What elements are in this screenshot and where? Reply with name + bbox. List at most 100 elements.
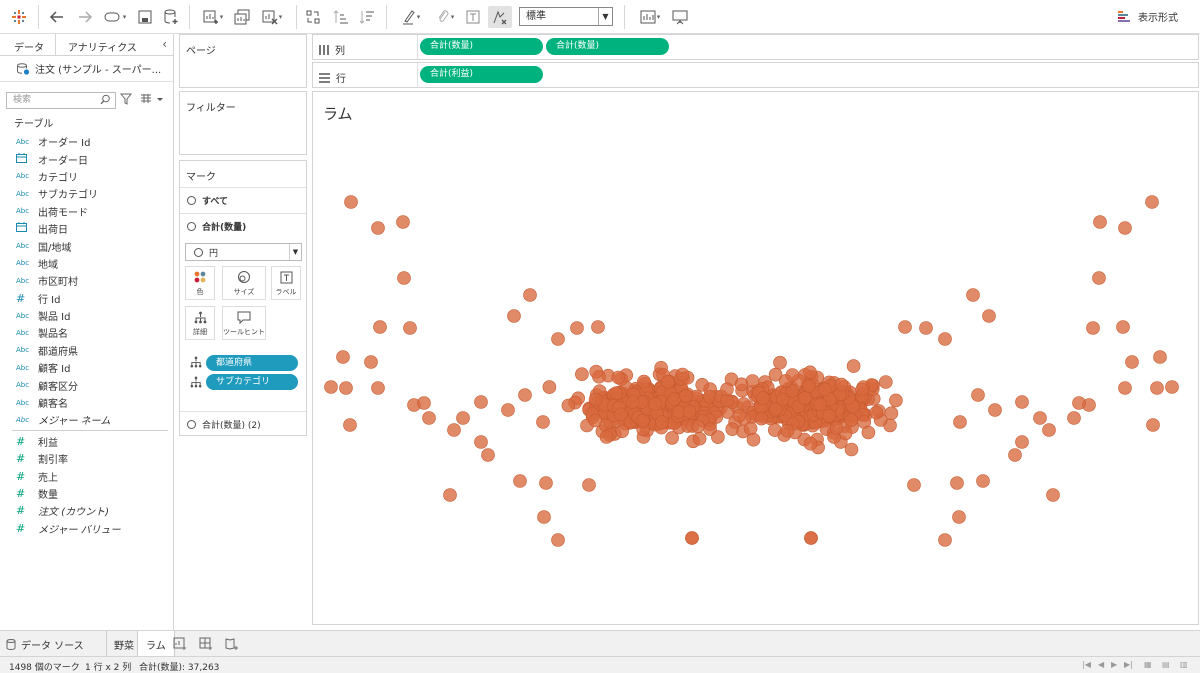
scatter-mark[interactable]	[609, 386, 624, 400]
scatter-mark[interactable]	[513, 474, 527, 488]
scatter-mark[interactable]	[371, 381, 385, 395]
scatter-mark[interactable]	[1015, 395, 1029, 409]
duplicate-sheet-icon[interactable]	[231, 6, 253, 28]
scatter-mark[interactable]	[396, 215, 410, 229]
scatter-mark[interactable]	[971, 388, 985, 402]
scatter-mark[interactable]	[474, 435, 488, 449]
scatter-mark[interactable]	[952, 510, 966, 524]
marks-sum-qty-tab[interactable]: 合計(数量)	[180, 213, 306, 239]
scatter-mark[interactable]	[637, 374, 651, 389]
field-item[interactable]: # メジャー バリュー	[0, 520, 174, 537]
scatter-mark[interactable]	[754, 411, 769, 426]
show-me-button[interactable]: 表示形式	[1118, 9, 1178, 24]
scatter-mark[interactable]	[746, 432, 761, 447]
undo-icon[interactable]	[46, 6, 68, 28]
tab-datasource[interactable]: データ ソース	[6, 631, 94, 657]
scatter-mark[interactable]	[711, 430, 725, 444]
field-item[interactable]: # 売上	[0, 467, 174, 484]
detail-button[interactable]: 詳細	[185, 306, 215, 340]
scatter-mark[interactable]	[636, 413, 650, 428]
scatter-mark[interactable]	[324, 380, 338, 394]
scatter-mark[interactable]	[1046, 488, 1060, 502]
field-item[interactable]: Abc 国/地域	[0, 237, 174, 254]
scatter-mark[interactable]	[582, 478, 596, 492]
scatter-mark[interactable]	[570, 321, 584, 335]
scatter-mark[interactable]	[589, 364, 604, 379]
replay-icon[interactable]: ▾	[100, 6, 130, 28]
scatter-mark[interactable]	[588, 413, 603, 428]
field-item[interactable]: # 利益	[0, 433, 174, 450]
scatter-mark[interactable]	[615, 424, 629, 439]
scatter-mark[interactable]	[417, 396, 431, 410]
label-button[interactable]: ラベル	[271, 266, 301, 300]
show-labels-icon[interactable]	[463, 6, 483, 28]
new-datasource-icon[interactable]	[161, 6, 181, 28]
scatter-mark[interactable]	[481, 448, 495, 462]
datasource-item[interactable]: 注文 (サンプル - スーパー...	[0, 56, 173, 82]
field-item[interactable]: Abc 地域	[0, 255, 174, 272]
scatter-mark[interactable]	[1008, 448, 1022, 462]
scatter-mark[interactable]	[518, 388, 532, 402]
scatter-mark[interactable]	[422, 411, 436, 425]
scatter-mark[interactable]	[1146, 418, 1160, 432]
size-button[interactable]: サイズ	[222, 266, 266, 300]
scatter-mark[interactable]	[614, 407, 628, 422]
scatter-mark[interactable]	[1093, 215, 1107, 229]
scatter-mark[interactable]	[907, 478, 921, 492]
scatter-mark[interactable]	[678, 388, 693, 403]
field-item[interactable]: 出荷日	[0, 220, 174, 237]
filters-card[interactable]: フィルター	[179, 91, 307, 155]
scatter-mark[interactable]	[537, 510, 551, 524]
scatter-mark[interactable]	[523, 288, 537, 302]
scatter-mark[interactable]	[1118, 221, 1132, 235]
scatter-mark[interactable]	[507, 309, 521, 323]
save-icon[interactable]	[135, 6, 155, 28]
scatter-mark[interactable]	[803, 436, 818, 451]
scatter-mark[interactable]	[695, 377, 710, 392]
scatter-mark[interactable]	[1145, 195, 1159, 209]
tabs-view-icon[interactable]: ▥	[1180, 660, 1188, 669]
scatter-mark[interactable]	[745, 374, 760, 388]
scatter-mark[interactable]	[1067, 411, 1081, 425]
scatter-mark[interactable]	[336, 350, 350, 364]
scatter-mark[interactable]	[371, 221, 385, 235]
new-worksheet-icon[interactable]: ▾	[197, 6, 229, 28]
view-options-icon[interactable]	[140, 94, 164, 104]
scatter-mark[interactable]	[661, 375, 675, 389]
scatter-mark[interactable]	[938, 332, 952, 346]
clear-sheet-icon[interactable]: ▾	[256, 6, 288, 28]
pill-subcategory[interactable]: サブカテゴリ	[206, 374, 298, 390]
field-item[interactable]: # 行 Id	[0, 290, 174, 307]
scatter-mark[interactable]	[889, 393, 903, 408]
scatter-mark[interactable]	[1116, 320, 1130, 334]
field-item[interactable]: Abc オーダー Id	[0, 133, 174, 150]
field-item[interactable]: Abc 顧客区分	[0, 376, 174, 393]
marks-all-tab[interactable]: すべて	[180, 187, 306, 213]
field-item[interactable]: # 注文 (カウント)	[0, 502, 174, 519]
scatter-mark[interactable]	[773, 355, 787, 370]
scatter-mark[interactable]	[682, 404, 697, 419]
show-cards-icon[interactable]: ▾	[634, 6, 666, 28]
field-item[interactable]: Abc 都道府県	[0, 342, 174, 359]
scatter-mark[interactable]	[966, 288, 980, 302]
scatter-mark[interactable]	[611, 370, 626, 385]
tab-sheet-vegetables[interactable]: 野菜	[114, 631, 134, 657]
rows-shelf[interactable]: 行 合計(利益)	[312, 62, 1199, 88]
scatter-mark[interactable]	[339, 381, 353, 395]
scatter-mark[interactable]	[1165, 380, 1179, 394]
redo-icon[interactable]	[74, 6, 96, 28]
field-item[interactable]: Abc 顧客 Id	[0, 359, 174, 376]
next-sheet-icon[interactable]: ▶	[1111, 660, 1117, 669]
new-story-tab-icon[interactable]	[225, 631, 243, 657]
scatter-mark[interactable]	[539, 476, 553, 490]
scatter-mark[interactable]	[780, 423, 795, 438]
scatter-mark[interactable]	[403, 321, 417, 335]
scatter-mark[interactable]	[655, 415, 669, 430]
pages-card[interactable]: ページ	[179, 34, 307, 88]
sort-ascending-icon[interactable]	[330, 6, 352, 28]
scatter-mark[interactable]	[501, 403, 515, 417]
scatter-mark[interactable]	[743, 421, 758, 436]
scatter-mark[interactable]	[1086, 321, 1100, 335]
scatter-mark[interactable]	[551, 533, 565, 547]
scatter-mark[interactable]	[976, 474, 990, 488]
